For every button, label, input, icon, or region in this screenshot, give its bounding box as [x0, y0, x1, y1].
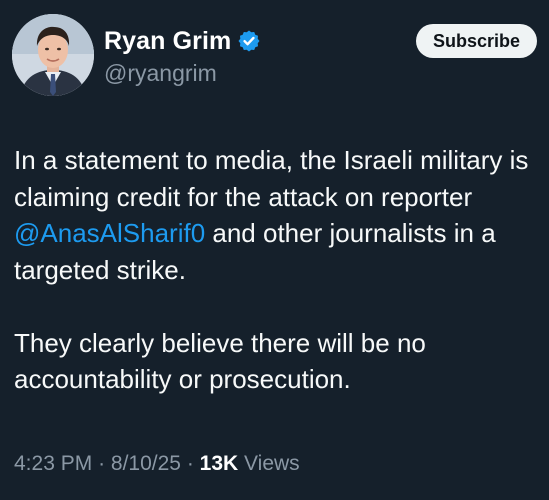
tweet-metadata: 4:23 PM · 8/10/25 · 13K Views	[14, 452, 300, 476]
views-count[interactable]: 13K	[200, 452, 239, 475]
verified-badge-icon[interactable]	[237, 29, 261, 53]
tweet-paragraph-2: They clearly believe there will be no ac…	[14, 327, 426, 395]
tweet-paragraph-1: In a statement to media, the Israeli mil…	[14, 142, 539, 288]
name-row: Ryan Grim	[104, 24, 261, 58]
author-handle[interactable]: @ryangrim	[104, 60, 261, 87]
avatar[interactable]	[12, 14, 94, 96]
mention-link[interactable]: @AnasAlSharif0	[14, 218, 205, 248]
meta-separator: ·	[98, 452, 106, 475]
meta-separator: ·	[186, 452, 194, 475]
tweet-text: In a statement to media, the Israeli mil…	[14, 142, 539, 434]
tweet-text-segment: In a statement to media, the Israeli mil…	[14, 145, 529, 212]
subscribe-button[interactable]: Subscribe	[415, 24, 537, 58]
tweet-card: Ryan Grim @ryangrim Subscribe In a state…	[0, 0, 549, 500]
views-label: Views	[244, 452, 300, 475]
tweet-date[interactable]: 8/10/25	[111, 452, 181, 475]
tweet-time[interactable]: 4:23 PM	[14, 452, 92, 475]
author-info: Ryan Grim @ryangrim	[104, 24, 261, 87]
tweet-header: Ryan Grim @ryangrim Subscribe	[12, 14, 537, 98]
author-display-name[interactable]: Ryan Grim	[104, 27, 231, 56]
